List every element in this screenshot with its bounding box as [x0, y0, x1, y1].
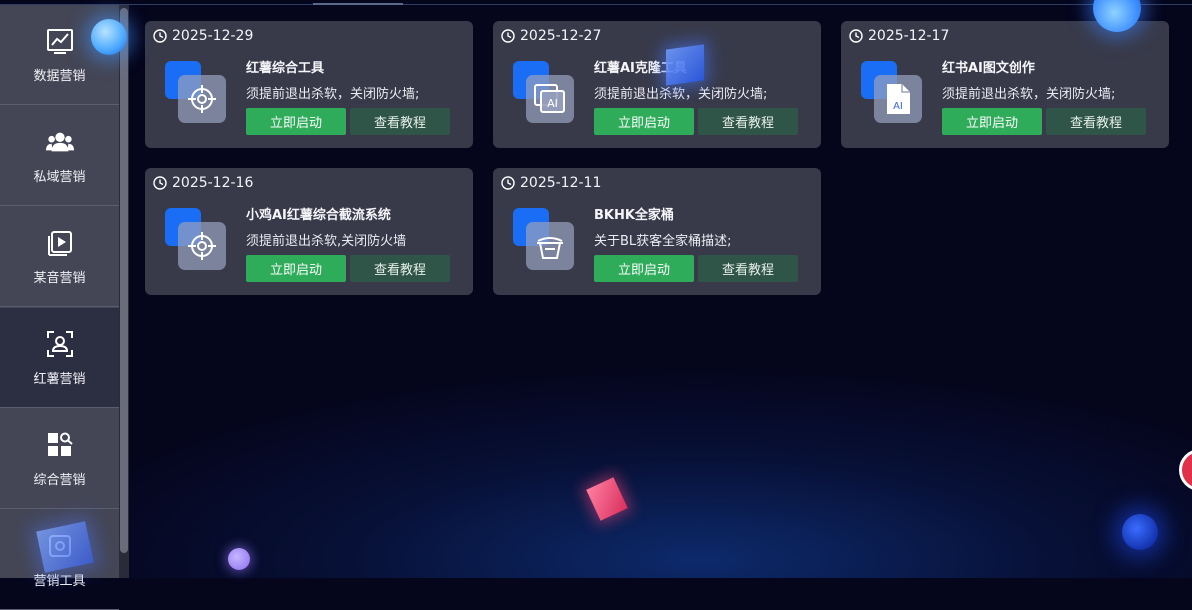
card-description: 须提前退出杀软,关闭防火墙 — [246, 234, 407, 249]
view-tutorial-button[interactable]: 查看教程 — [698, 108, 798, 135]
ai-window-icon: AI — [513, 61, 575, 123]
card-description: 须提前退出杀软，关闭防火墙; — [246, 87, 420, 102]
card-date-text: 2025-12-11 — [520, 175, 602, 191]
ai-document-icon: AI — [861, 61, 923, 123]
card-date: 2025-12-11 — [501, 175, 601, 191]
card-description: 须提前退出杀软，关闭防火墙; — [594, 87, 768, 102]
sidebar-item-label: 红薯营销 — [33, 372, 86, 387]
tool-card: 2025-12-11 BKHK全家桶 关于BL获客全家桶描述; 立即启动 查看教… — [493, 168, 821, 295]
sidebar-item-integrated-marketing[interactable]: 综合营销 — [0, 409, 119, 509]
sidebar-item-label: 某音营销 — [33, 271, 86, 286]
launch-button[interactable]: 立即启动 — [246, 108, 346, 135]
card-title: 红书AI图文创作 — [942, 61, 1035, 76]
floating-badge[interactable] — [1179, 449, 1192, 491]
top-divider — [0, 4, 1192, 5]
card-description: 须提前退出杀软，关闭防火墙; — [942, 87, 1116, 102]
user-scan-icon — [46, 330, 74, 358]
chart-line-icon — [46, 27, 74, 55]
launch-button[interactable]: 立即启动 — [246, 255, 346, 282]
clock-icon — [501, 176, 515, 190]
tool-card: 2025-12-17 AI 红书AI图文创作 须提前退出杀软，关闭防火墙; 立即… — [841, 21, 1169, 148]
users-icon — [45, 128, 74, 156]
card-title: 红薯综合工具 — [246, 61, 325, 76]
decorative-orb — [1122, 514, 1158, 550]
sidebar-item-redbook-marketing[interactable]: 红薯营销 — [0, 308, 119, 408]
card-date: 2025-12-17 — [849, 28, 949, 44]
card-date: 2025-12-27 — [501, 28, 601, 44]
clock-icon — [153, 29, 167, 43]
svg-text:AI: AI — [547, 97, 558, 110]
sidebar-item-video-marketing[interactable]: 某音营销 — [0, 207, 119, 307]
sidebar: 数据营销 私域营销 某音营销 红薯营销 综合营销 营销工具 — [0, 5, 119, 610]
card-title: BKHK全家桶 — [594, 208, 674, 223]
view-tutorial-button[interactable]: 查看教程 — [1046, 108, 1146, 135]
decorative-cube — [586, 477, 628, 521]
tool-card: 2025-12-16 小鸡AI红薯综合截流系统 须提前退出杀软,关闭防火墙 立即… — [145, 168, 473, 295]
top-tab-indicator — [313, 3, 403, 5]
card-date-text: 2025-12-29 — [172, 28, 254, 44]
clock-icon — [501, 29, 515, 43]
grid-search-icon — [46, 431, 74, 459]
clock-icon — [153, 176, 167, 190]
launch-button[interactable]: 立即启动 — [594, 108, 694, 135]
sidebar-item-label: 营销工具 — [33, 574, 86, 589]
tool-card: 2025-12-29 红薯综合工具 须提前退出杀软，关闭防火墙; 立即启动 查看… — [145, 21, 473, 148]
sidebar-item-label: 私域营销 — [33, 170, 86, 185]
decorative-orb — [91, 19, 127, 55]
view-tutorial-button[interactable]: 查看教程 — [698, 255, 798, 282]
card-date-text: 2025-12-17 — [868, 28, 950, 44]
launch-button[interactable]: 立即启动 — [594, 255, 694, 282]
crosshair-icon — [165, 208, 227, 270]
card-date: 2025-12-16 — [153, 175, 253, 191]
basket-icon — [513, 208, 575, 270]
card-description: 关于BL获客全家桶描述; — [594, 234, 732, 249]
crosshair-icon — [165, 61, 227, 123]
card-date-text: 2025-12-16 — [172, 175, 254, 191]
sidebar-item-label: 综合营销 — [33, 473, 86, 488]
card-title: 小鸡AI红薯综合截流系统 — [246, 208, 391, 223]
view-tutorial-button[interactable]: 查看教程 — [350, 108, 450, 135]
video-play-icon — [46, 229, 74, 257]
launch-button[interactable]: 立即启动 — [942, 108, 1042, 135]
sidebar-item-label: 数据营销 — [33, 69, 86, 84]
view-tutorial-button[interactable]: 查看教程 — [350, 255, 450, 282]
clock-icon — [849, 29, 863, 43]
sidebar-item-private-marketing[interactable]: 私域营销 — [0, 106, 119, 206]
decorative-cube — [666, 44, 704, 86]
svg-text:AI: AI — [893, 101, 903, 112]
card-date-text: 2025-12-27 — [520, 28, 602, 44]
sidebar-scrollbar-thumb[interactable] — [120, 8, 128, 553]
card-date: 2025-12-29 — [153, 28, 253, 44]
decorative-orb — [228, 548, 250, 570]
tool-card: 2025-12-27 AI 红薯AI克隆工具 须提前退出杀软，关闭防火墙; 立即… — [493, 21, 821, 148]
